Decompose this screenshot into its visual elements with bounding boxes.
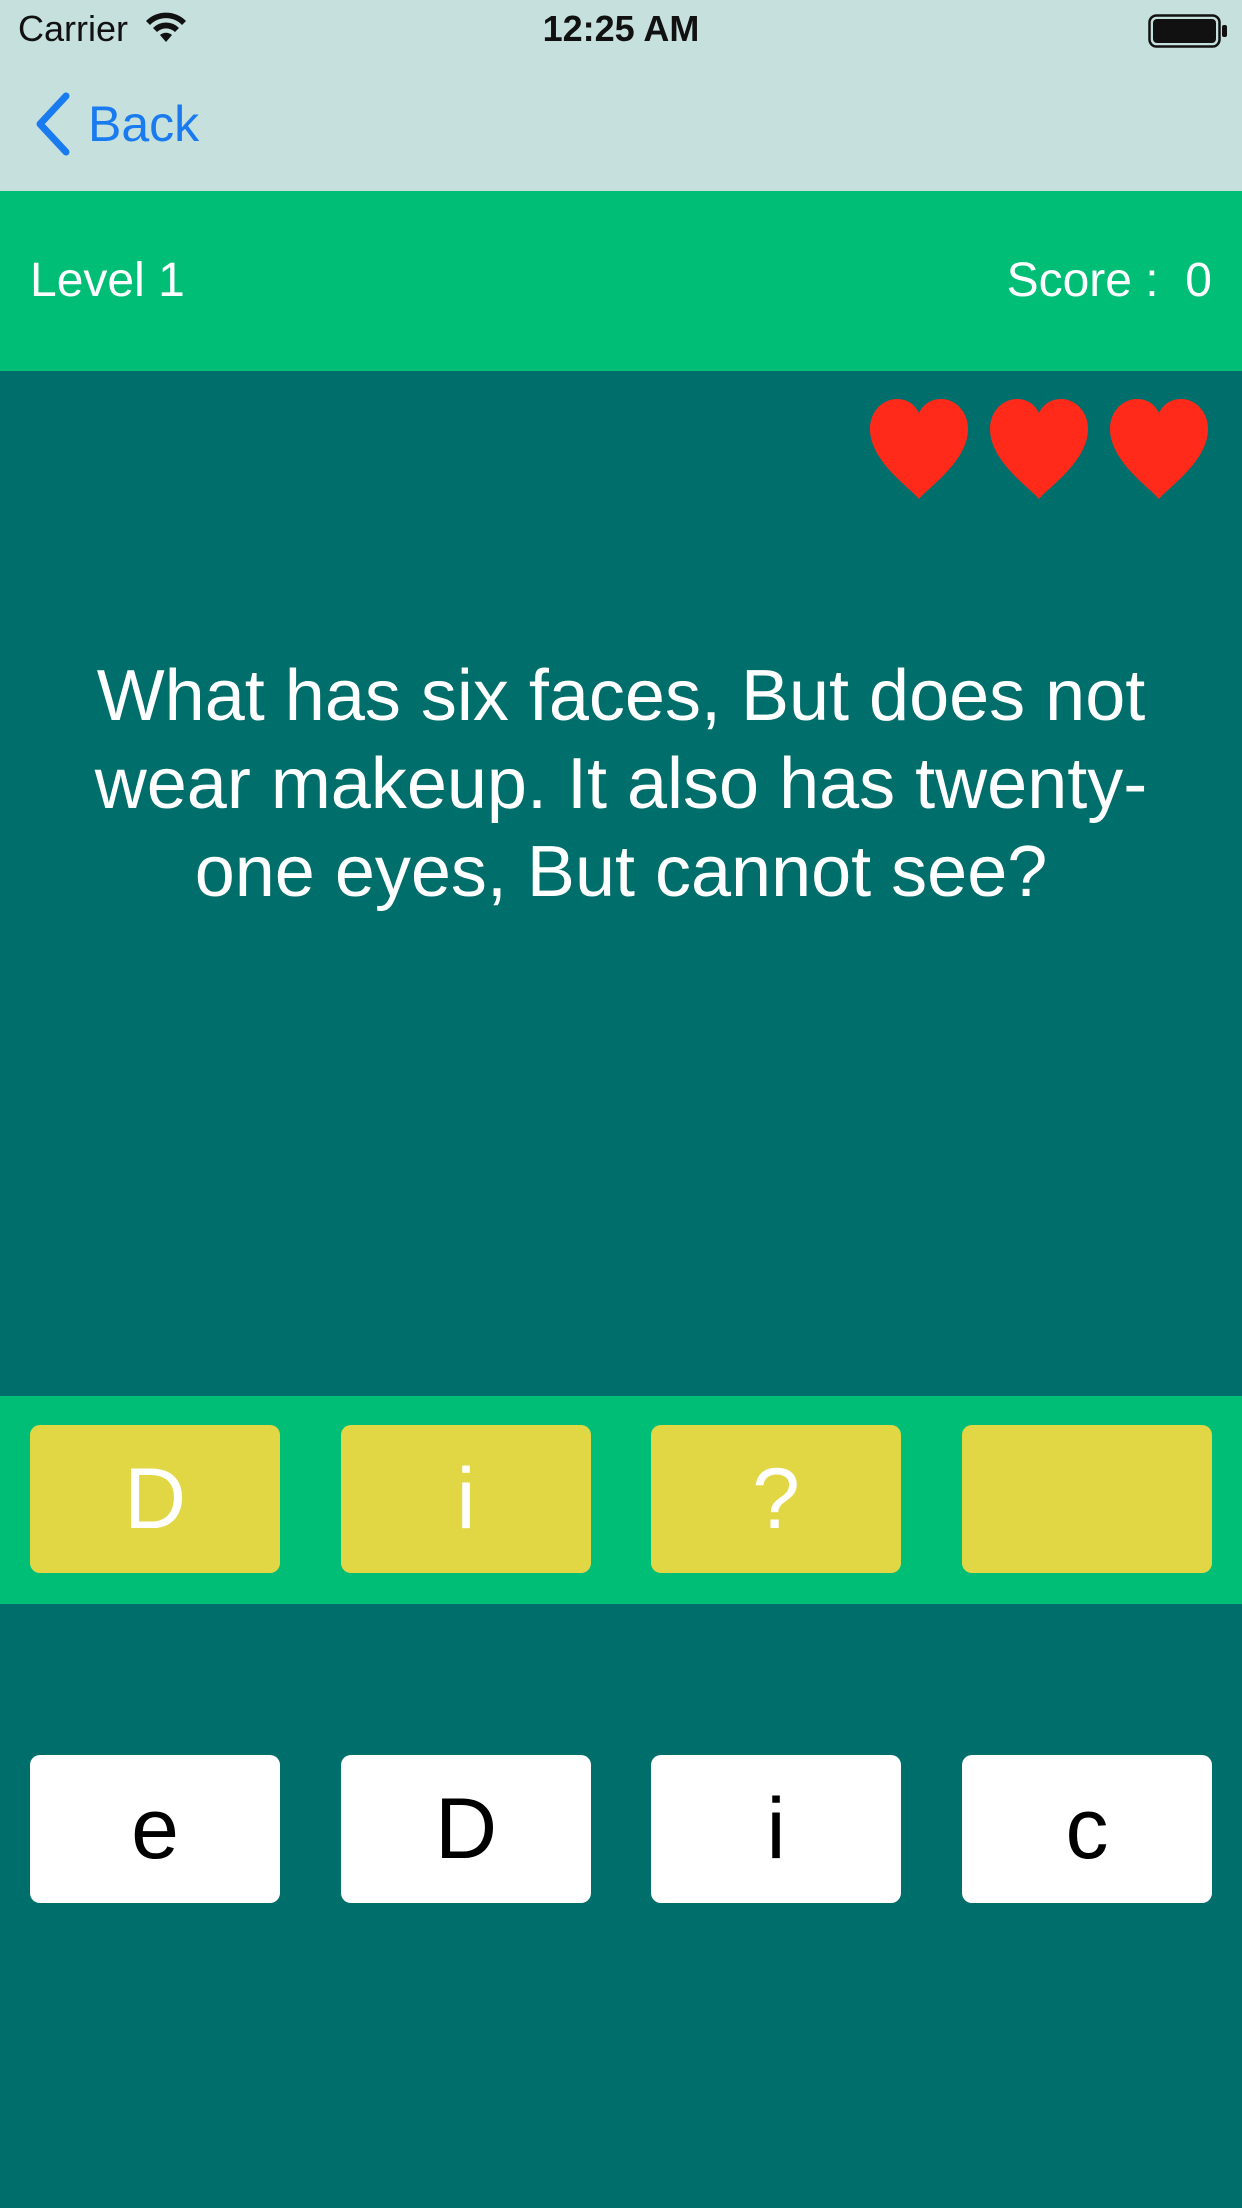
lives-indicator [864,395,1214,503]
navigation-bar: Carrier 12:25 AM Back [0,0,1242,191]
letter-tile[interactable]: e [30,1755,280,1903]
game-screen: Carrier 12:25 AM Back Level 1 Score : 0 [0,0,1242,2208]
score-label: Score : 0 [1006,254,1212,307]
answer-slot[interactable]: ? [651,1425,901,1573]
answer-slot[interactable]: D [30,1425,280,1573]
battery-icon [1148,14,1227,48]
back-label: Back [88,96,200,152]
heart-icon [870,399,968,499]
level-bar: Level 1 Score : 0 [0,191,1242,371]
letter-tile[interactable]: D [341,1755,591,1903]
letter-tile[interactable]: i [651,1755,901,1903]
status-time: 12:25 AM [542,8,700,49]
answer-strip: D i ? [0,1396,1242,1604]
riddle-question: What has six faces, But does not wear ma… [94,656,1148,912]
answer-slot[interactable] [962,1425,1212,1573]
letter-tile[interactable]: c [962,1755,1212,1903]
back-button[interactable]: Back [34,92,199,156]
answer-slot[interactable]: i [341,1425,591,1573]
level-label: Level 1 [30,254,185,307]
chevron-left-icon [36,92,70,156]
heart-icon [1110,399,1208,499]
heart-icon [990,399,1088,499]
